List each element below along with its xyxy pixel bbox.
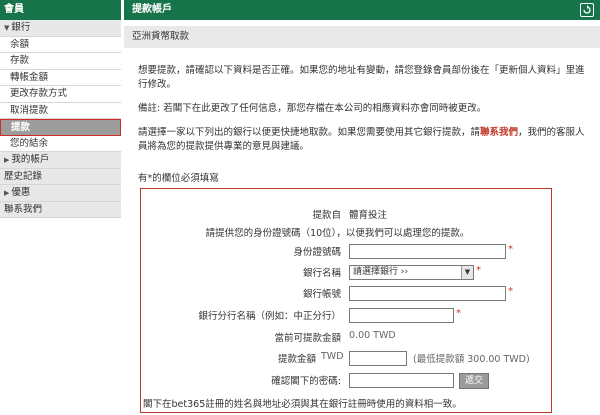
bank-row: 銀行名稱 請選擇銀行 ›› ▼ * xyxy=(141,265,551,283)
required-note: 有*的欄位必須填寫 xyxy=(138,173,219,184)
triangle-down-icon: ▼ xyxy=(4,24,10,32)
source-label: 提款自 xyxy=(312,210,341,221)
sidebar-item-transfer[interactable]: 轉帳金額 xyxy=(0,69,121,86)
refresh-icon[interactable] xyxy=(580,3,594,17)
bank-paragraph-text: 請選擇一家以下列出的銀行以便更快捷地取款。如果您需要使用其它銀行提款，請 xyxy=(138,127,481,138)
required-star: * xyxy=(476,265,481,276)
amount-currency: TWD xyxy=(321,351,344,362)
sidebar-item-promotions[interactable]: ▶ 優惠 xyxy=(0,185,121,202)
bank-select[interactable]: 請選擇銀行 ›› ▼ xyxy=(349,265,474,280)
id-notice-row: 請提供您的身份證號碼（10位），以便我們可以處理您的提款。 xyxy=(141,225,551,243)
bank-label: 銀行名稱 xyxy=(302,268,341,279)
sidebar-item-withdraw[interactable]: 提款 xyxy=(0,119,121,136)
sidebar-item-contact[interactable]: 聯系我們 xyxy=(0,201,121,218)
required-star: * xyxy=(508,286,513,297)
source-value: 體育投注 xyxy=(349,210,388,221)
sidebar-item-cancel-withdraw[interactable]: 取消提款 xyxy=(0,102,121,119)
sidebar-item-bank[interactable]: ▼ 銀行 xyxy=(0,20,121,37)
sidebar-item-history[interactable]: 歷史記錄 xyxy=(0,168,121,185)
page-title: 提款帳戶 xyxy=(132,4,172,15)
account-row: 銀行帳號 * xyxy=(141,286,551,304)
sidebar-item-change-deposit[interactable]: 更改存款方式 xyxy=(0,86,121,103)
sidebar-item-label: 我的帳戶 xyxy=(11,154,50,165)
amount-input[interactable] xyxy=(349,351,407,366)
submit-button[interactable]: 遞交 xyxy=(459,373,489,389)
sidebar: 會員 ▼ 銀行 余額 存款 轉帳金額 更改存款方式 取消提款 提款 您的結余 ▶ 我… xyxy=(0,0,121,415)
sidebar-item-label: 銀行 xyxy=(11,22,31,33)
available-row: 當前可提款金額 0.00 TWD xyxy=(141,330,551,348)
branch-label: 銀行分行名稱（例如：中正分行） xyxy=(198,311,341,322)
id-label: 身份證號碼 xyxy=(293,247,341,258)
amount-row: 提款金額 TWD (最低提款額 300.00 TWD) xyxy=(141,351,551,369)
password-input[interactable] xyxy=(349,373,454,388)
sidebar-header: 會員 xyxy=(0,0,121,20)
intro-paragraph: 想要提款，請確認以下資料是否正確。如果您的地址有變動，請您登錄會員部份後在「更新… xyxy=(138,65,585,90)
amount-label: 提款金額 xyxy=(277,354,316,365)
bank-select-value: 請選擇銀行 ›› xyxy=(353,267,409,277)
sidebar-item-balance[interactable]: 余額 xyxy=(0,36,121,53)
id-number-input[interactable] xyxy=(349,244,506,259)
triangle-right-icon: ▶ xyxy=(4,189,10,197)
sidebar-item-deposit[interactable]: 存款 xyxy=(0,53,121,70)
password-row: 確認閣下的密碼: 遞交 xyxy=(141,373,551,391)
section-subtitle: 亞洲貨幣取款 xyxy=(124,26,600,48)
sidebar-item-my-account[interactable]: ▶ 我的帳戶 xyxy=(0,152,121,169)
main-header: 提款帳戶 xyxy=(124,0,600,20)
available-value: 0.00 TWD xyxy=(349,330,396,341)
branch-input[interactable] xyxy=(349,308,454,323)
content: 想要提款，請確認以下資料是否正確。如果您的地址有變動，請您登錄會員部份後在「更新… xyxy=(124,64,600,186)
sidebar-item-label: 優惠 xyxy=(11,187,31,198)
id-notice: 請提供您的身份證號碼（10位），以便我們可以處理您的提款。 xyxy=(205,228,470,239)
contact-us-link[interactable]: 聯系我們 xyxy=(480,127,518,138)
withdraw-form: 提款自 體育投注 請提供您的身份證號碼（10位），以便我們可以處理您的提款。 身… xyxy=(140,188,552,413)
footnote: 閣下在bet365註冊的姓名與地址必須與其在銀行註冊時使用的資料相一致。 xyxy=(143,399,462,410)
note-paragraph: 備註: 若閣下在此更改了任何信息，那您存檔在本公司的相應資料亦會同時被更改。 xyxy=(138,103,487,114)
min-amount-note: (最低提款額 300.00 TWD) xyxy=(413,354,530,365)
required-star: * xyxy=(508,244,513,255)
bank-account-input[interactable] xyxy=(349,286,506,301)
triangle-right-icon: ▶ xyxy=(4,156,10,164)
chevron-down-icon[interactable]: ▼ xyxy=(461,266,473,279)
account-label: 銀行帳號 xyxy=(302,289,341,300)
branch-row: 銀行分行名稱（例如：中正分行） * xyxy=(141,308,551,326)
password-label: 確認閣下的密碼: xyxy=(271,376,341,387)
sidebar-item-your-balance[interactable]: 您的結余 xyxy=(0,135,121,152)
id-row: 身份證號碼 * xyxy=(141,244,551,262)
available-label: 當前可提款金額 xyxy=(274,333,341,344)
required-star: * xyxy=(456,308,461,319)
source-row: 提款自 體育投注 xyxy=(141,207,551,225)
bank-paragraph: 請選擇一家以下列出的銀行以便更快捷地取款。如果您需要使用其它銀行提款，請聯系我們… xyxy=(138,126,586,154)
